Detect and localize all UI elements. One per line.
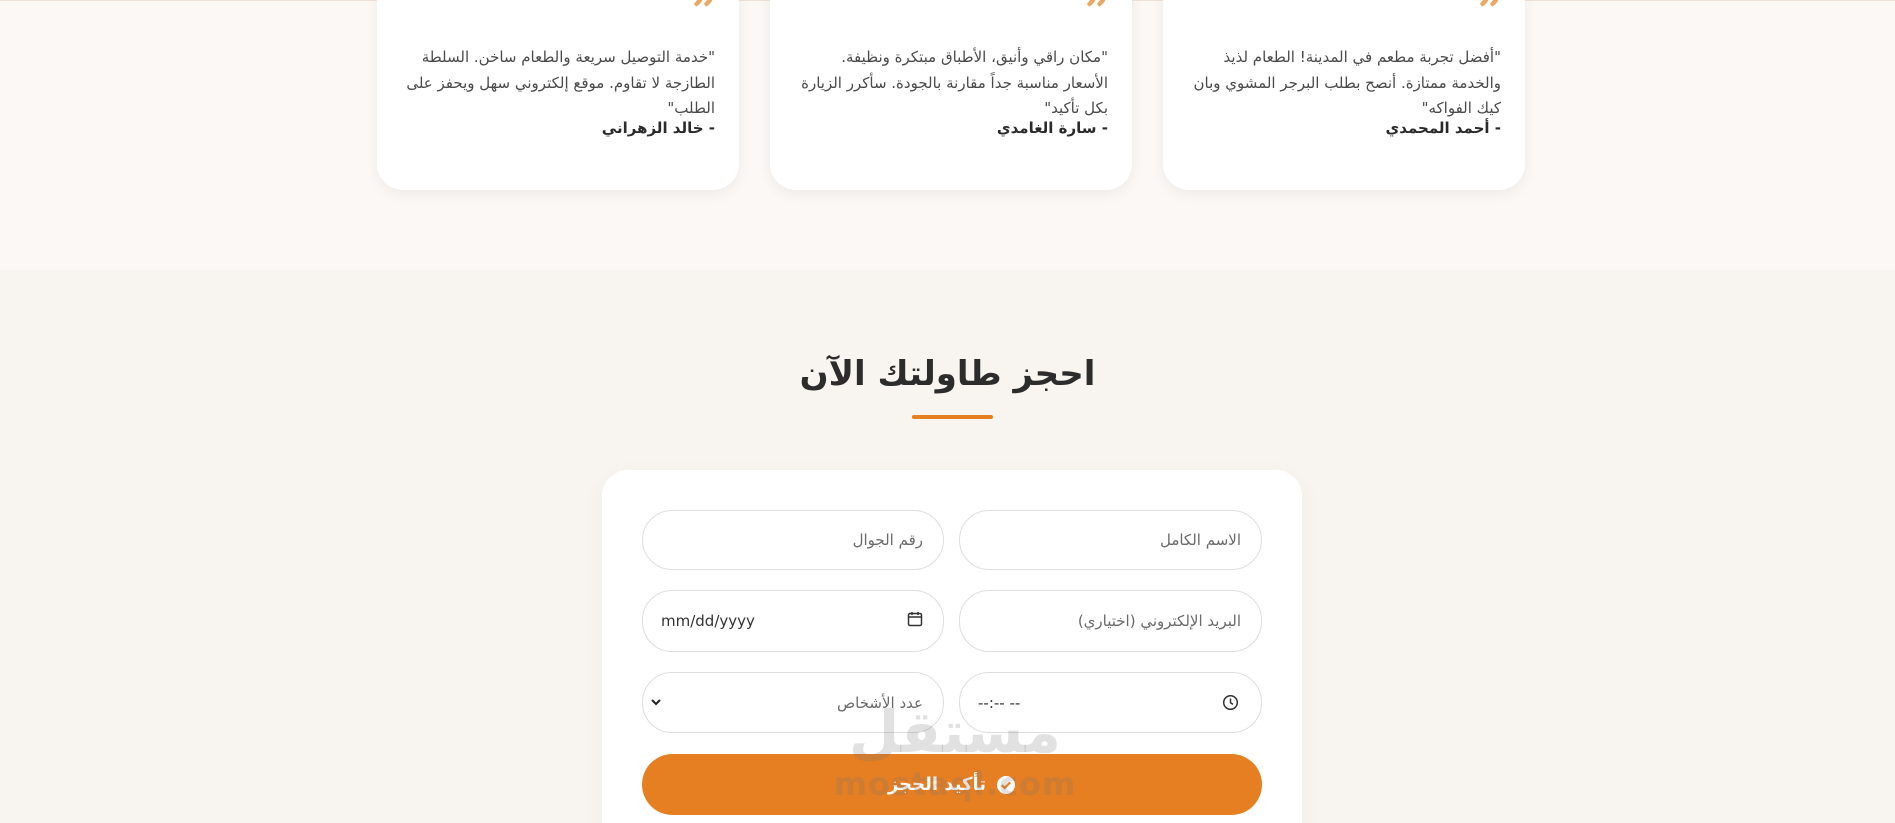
date-value: mm/dd/yyyy [661, 612, 755, 630]
testimonial-card: ” "مكان راقي وأنيق، الأطباق مبتكرة ونظيف… [770, 0, 1132, 190]
confirm-booking-label: تأكيد الحجز [887, 774, 987, 795]
quote-icon: ” [691, 0, 717, 37]
check-circle-icon [997, 775, 1016, 794]
testimonial-author: - سارة الغامدي [996, 119, 1108, 137]
testimonial-text: "مكان راقي وأنيق، الأطباق مبتكرة ونظيفة.… [801, 48, 1108, 117]
time-value: --:-- -- [978, 693, 1021, 712]
phone-placeholder: رقم الجوال [852, 531, 923, 549]
testimonial-author: - خالد الزهراني [601, 119, 715, 137]
full-name-placeholder: الاسم الكامل [1159, 531, 1241, 549]
full-name-input[interactable]: الاسم الكامل [959, 510, 1262, 570]
phone-input[interactable]: رقم الجوال [642, 510, 944, 570]
confirm-booking-button[interactable]: تأكيد الحجز [642, 754, 1262, 815]
email-placeholder: البريد الإلكتروني (اختياري) [1077, 612, 1241, 630]
testimonial-card: ” "خدمة التوصيل سريعة والطعام ساخن. السل… [377, 0, 739, 190]
calendar-icon[interactable] [907, 611, 923, 627]
quote-icon: ” [1477, 0, 1503, 37]
chevron-down-icon [651, 699, 661, 706]
email-input[interactable]: البريد الإلكتروني (اختياري) [959, 590, 1262, 652]
quote-icon: ” [1084, 0, 1110, 37]
testimonial-card: ” "أفضل تجربة مطعم في المدينة! الطعام لذ… [1163, 0, 1525, 190]
people-placeholder: عدد الأشخاص [837, 693, 923, 712]
testimonial-text: "خدمة التوصيل سريعة والطعام ساخن. السلطة… [406, 48, 715, 117]
testimonial-author: - أحمد المحمدي [1385, 119, 1501, 137]
time-input[interactable]: --:-- -- [959, 672, 1262, 733]
testimonial-cards: ” "خدمة التوصيل سريعة والطعام ساخن. السل… [377, 0, 1527, 190]
booking-title: احجز طاولتك الآن [799, 354, 1096, 394]
clock-icon[interactable] [1222, 694, 1239, 711]
testimonial-text: "أفضل تجربة مطعم في المدينة! الطعام لذيذ… [1193, 48, 1501, 117]
date-input[interactable]: mm/dd/yyyy [642, 590, 944, 652]
title-underline [912, 415, 993, 419]
people-select[interactable]: عدد الأشخاص [642, 672, 944, 733]
